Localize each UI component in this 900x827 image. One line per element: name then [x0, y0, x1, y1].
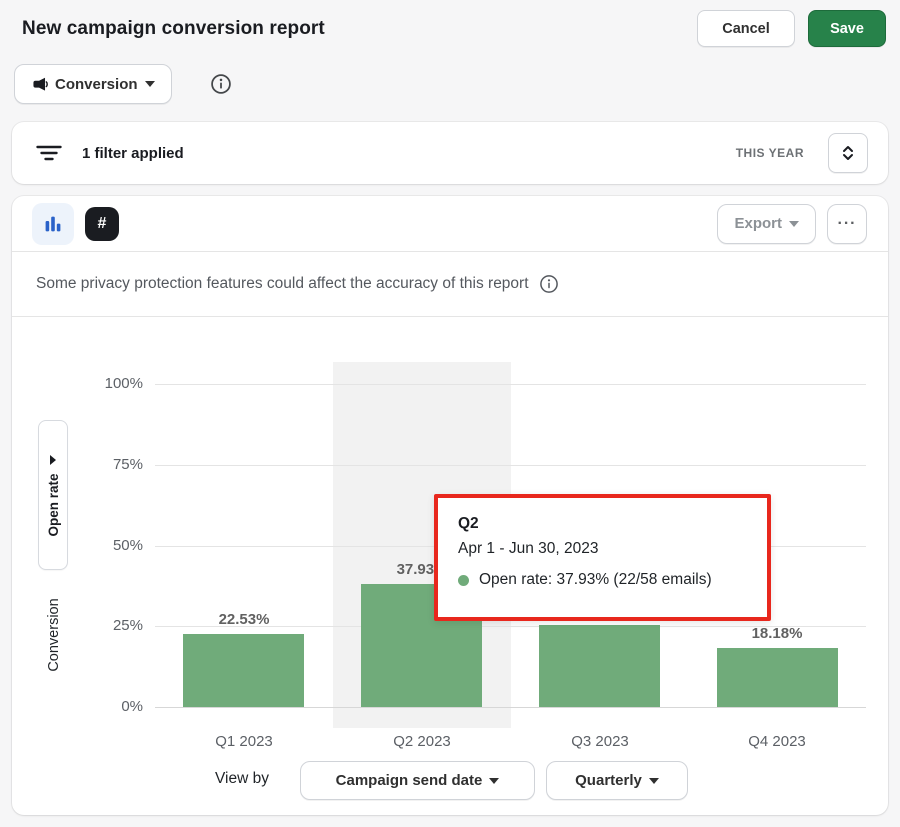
bar-value-label: 18.18%: [717, 625, 837, 642]
granularity-select[interactable]: Quarterly: [546, 761, 688, 800]
more-actions-button[interactable]: ···: [827, 204, 867, 244]
view-by-controls: View by Campaign send date Quarterly: [12, 761, 888, 800]
export-button[interactable]: Export: [717, 204, 816, 244]
metric-selector-label: Conversion: [55, 76, 138, 93]
x-axis-tick: Q4 2023: [688, 733, 866, 750]
y-axis-tick: 50%: [83, 537, 143, 554]
x-axis-tick: Q3 2023: [511, 733, 689, 750]
gridline-0: [155, 707, 866, 708]
tooltip-title: Q2: [458, 515, 747, 533]
filter-icon: [36, 144, 62, 162]
date-range-label: THIS YEAR: [736, 146, 804, 160]
y-axis-title: Conversion: [40, 580, 68, 690]
cancel-button[interactable]: Cancel: [697, 10, 795, 47]
metric-info-icon[interactable]: [209, 72, 233, 96]
chevron-down-icon: [489, 778, 499, 784]
privacy-notice: Some privacy protection features could a…: [12, 252, 888, 317]
y-axis-tick: 100%: [83, 375, 143, 392]
x-axis-tick: Q2 2023: [333, 733, 511, 750]
chevron-down-icon: [145, 81, 155, 87]
filter-summary[interactable]: 1 filter applied: [82, 145, 184, 162]
bar-chart-icon: [43, 214, 63, 234]
chevron-down-icon: [789, 221, 799, 227]
bar-value-label: 22.53%: [184, 611, 304, 628]
bar-chart-view-toggle[interactable]: [32, 203, 74, 245]
dimension-select[interactable]: Campaign send date: [300, 761, 535, 800]
tooltip-date-range: Apr 1 - Jun 30, 2023: [458, 540, 747, 558]
open-rate-label: Open rate: [46, 473, 61, 536]
tooltip-series-text: Open rate: 37.93% (22/58 emails): [479, 571, 712, 589]
dimension-select-label: Campaign send date: [336, 772, 483, 789]
y-axis-tick: 25%: [83, 617, 143, 634]
chevron-down-icon: [50, 455, 56, 465]
up-down-chevrons-icon: [841, 145, 855, 161]
bar-q1-2023[interactable]: [183, 634, 304, 707]
save-button[interactable]: Save: [808, 10, 886, 47]
y-axis-title-text: Conversion: [46, 598, 62, 671]
numeric-view-toggle[interactable]: #: [85, 207, 119, 241]
report-card: # Export ··· Some privacy protection fea…: [12, 196, 888, 815]
chevron-down-icon: [649, 778, 659, 784]
page-title: New campaign conversion report: [22, 18, 325, 40]
date-range-toggle-button[interactable]: [828, 133, 868, 173]
report-toolbar: # Export ···: [12, 196, 888, 252]
privacy-message: Some privacy protection features could a…: [36, 275, 529, 293]
export-label: Export: [734, 215, 782, 232]
bar-q4-2023[interactable]: [717, 648, 838, 707]
chart-tooltip: Q2 Apr 1 - Jun 30, 2023 Open rate: 37.93…: [434, 494, 771, 621]
metric-selector-button[interactable]: Conversion: [14, 64, 172, 104]
granularity-select-label: Quarterly: [575, 772, 642, 789]
bar-q3-2023[interactable]: [539, 625, 660, 707]
filter-bar: 1 filter applied THIS YEAR: [12, 122, 888, 184]
gridline-100: [155, 384, 866, 385]
y-axis-tick: 0%: [83, 698, 143, 715]
series-color-dot: [458, 575, 469, 586]
y-axis-tick: 75%: [83, 456, 143, 473]
gridline-75: [155, 465, 866, 466]
x-axis-tick: Q1 2023: [155, 733, 333, 750]
megaphone-icon: [31, 76, 48, 93]
open-rate-metric-button[interactable]: Open rate: [38, 420, 68, 570]
view-by-label: View by: [215, 770, 269, 788]
privacy-info-icon[interactable]: [539, 274, 559, 294]
